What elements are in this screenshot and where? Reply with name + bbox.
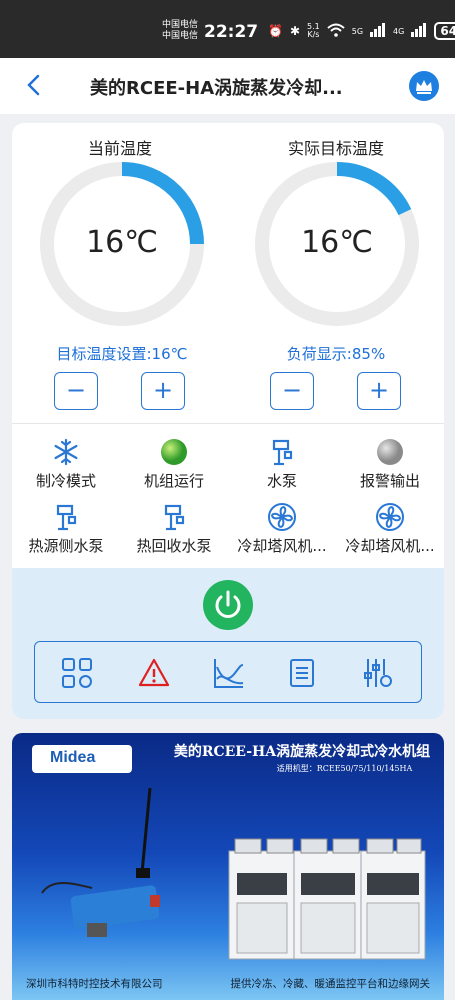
- alarm-clock-icon: ⏰: [268, 24, 283, 38]
- sliders-icon[interactable]: [362, 657, 394, 689]
- banner-models: 适用机型：RCEE50/75/110/145HA: [276, 764, 413, 773]
- service-description: 提供冷冻、冷藏、暖通监控平台和边缘网关: [230, 978, 431, 990]
- midea-logo: Midea: [32, 745, 132, 773]
- carrier-labels: 中国电信 中国电信: [162, 20, 199, 41]
- fan-icon: [336, 503, 444, 531]
- control-panel: [12, 568, 444, 719]
- status-heat-source-pump: 热源侧水泵: [12, 503, 120, 556]
- divider: [12, 423, 444, 424]
- grid-icon[interactable]: [61, 657, 93, 689]
- power-button[interactable]: [203, 580, 253, 630]
- wifi-icon: [327, 23, 345, 40]
- pump-icon: [12, 503, 120, 531]
- list-icon[interactable]: [286, 657, 318, 689]
- pump-icon: [120, 503, 228, 531]
- power-icon: [215, 590, 241, 618]
- warning-icon[interactable]: [138, 657, 170, 689]
- status-cooling-tower-fan-2: 冷却塔风机...: [336, 503, 444, 556]
- battery-indicator: 64: [434, 22, 455, 40]
- current-temp-gauge: 16℃: [39, 161, 205, 327]
- signal-5g-label: 5G: [351, 26, 364, 36]
- load-increase-button[interactable]: +: [357, 372, 401, 410]
- bluetooth-icon: ✱: [289, 24, 301, 38]
- banner-title: 美的RCEE-HA涡旋蒸发冷却式冷水机组: [173, 744, 431, 760]
- status-icons: ⏰ ✱ 5.1 K/s 5G 4G 64: [268, 22, 455, 40]
- company-name: 深圳市科特时控技术有限公司: [26, 978, 163, 990]
- trend-chart-icon[interactable]: [213, 657, 245, 689]
- gateway-device-image: [32, 773, 172, 963]
- running-indicator-icon: [120, 438, 228, 466]
- page-title: 美的RCEE-HA涡旋蒸发冷却...: [90, 78, 343, 99]
- status-unit-running: 机组运行: [120, 438, 228, 491]
- load-display-label: 负荷显示:85%: [286, 345, 386, 363]
- target-temp-label: 实际目标温度: [287, 139, 384, 158]
- target-setpoint-label: 目标温度设置:16℃: [56, 345, 188, 363]
- crown-icon: [416, 80, 432, 94]
- toolbar: [34, 641, 422, 703]
- snowflake-icon: [12, 438, 120, 466]
- alarm-indicator-icon: [336, 438, 444, 466]
- product-banner: Midea 美的RCEE-HA涡旋蒸发冷却式冷水机组 适用机型：RCEE50/7…: [12, 733, 444, 1000]
- crown-button[interactable]: [409, 71, 439, 101]
- status-time: 22:27: [204, 22, 259, 42]
- chiller-unit-image: [227, 833, 427, 961]
- back-button[interactable]: [20, 70, 50, 100]
- control-card: 当前温度 实际目标温度 16℃ 16℃ 目标温度设置:16℃ 负荷显示:85% …: [12, 123, 444, 719]
- app-bar: 美的RCEE-HA涡旋蒸发冷却...: [0, 58, 455, 114]
- net-speed: 5.1 K/s: [307, 22, 320, 39]
- status-cooling-tower-fan-1: 冷却塔风机...: [228, 503, 336, 556]
- status-heat-recovery-pump: 热回收水泵: [120, 503, 228, 556]
- target-temp-gauge: 16℃: [254, 161, 420, 327]
- signal-bars-icon: [370, 22, 386, 40]
- banner-footer: 深圳市科特时控技术有限公司 提供冷冻、冷藏、暖通监控平台和边缘网关: [12, 976, 444, 991]
- signal-bars-icon-2: [411, 22, 427, 40]
- target-decrease-button[interactable]: −: [54, 372, 98, 410]
- status-bar: 中国电信 中国电信 22:27 ⏰ ✱ 5.1 K/s 5G 4G 64: [0, 0, 455, 58]
- current-temp-value: 16℃: [86, 225, 158, 260]
- status-cooling-mode: 制冷模式: [12, 438, 120, 491]
- status-alarm-output: 报警输出: [336, 438, 444, 491]
- chevron-left-icon: [27, 74, 40, 96]
- current-temp-label: 当前温度: [87, 139, 152, 158]
- load-decrease-button[interactable]: −: [270, 372, 314, 410]
- status-water-pump: 水泵: [228, 438, 336, 491]
- pump-icon: [228, 438, 336, 466]
- signal-4g-label: 4G: [393, 26, 405, 36]
- target-increase-button[interactable]: +: [141, 372, 185, 410]
- fan-icon: [228, 503, 336, 531]
- target-temp-value: 16℃: [301, 225, 373, 260]
